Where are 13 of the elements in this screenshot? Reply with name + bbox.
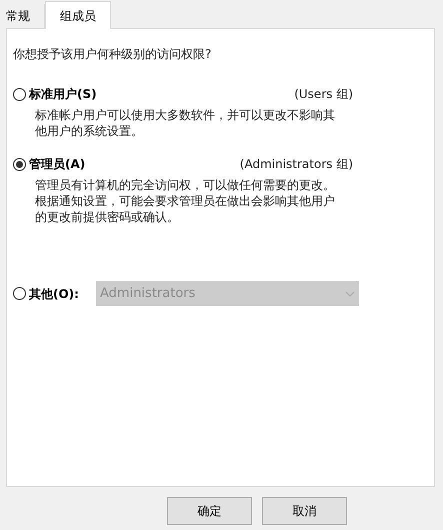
group-label: (Users 组) xyxy=(294,86,353,103)
radio-button[interactable] xyxy=(13,158,26,170)
option-description: 标准帐户用户可以使用大多数软件，并可以更改不影响其他用户的系统设置。 xyxy=(35,107,336,139)
question-text: 你想授予该用户何种级别的访问权限? xyxy=(13,46,212,63)
option-label[interactable]: 标准用户(S) xyxy=(29,85,97,103)
tab[interactable]: 组成员 xyxy=(45,1,111,29)
group-label: (Administrators 组) xyxy=(240,156,353,173)
chevron-down-icon xyxy=(345,290,355,296)
radio-button[interactable] xyxy=(13,88,26,100)
option-label[interactable]: 管理员(A) xyxy=(29,155,86,173)
dialog-button[interactable]: 取消 xyxy=(262,497,347,525)
dialog-button[interactable]: 确定 xyxy=(167,497,252,525)
option-description: 管理员有计算机的完全访问权，可以做任何需要的更改。根据通知设置，可能会要求管理员在做出会影响其他用户的更改前提供密码或确认。 xyxy=(35,177,336,225)
